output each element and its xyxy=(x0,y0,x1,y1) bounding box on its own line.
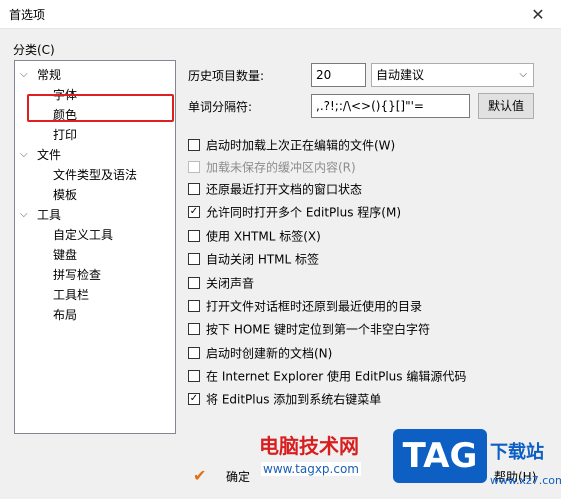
option-row[interactable]: ✓ 将 EditPlus 添加到系统右键菜单 xyxy=(188,390,381,408)
checkbox[interactable]: ✓ xyxy=(188,392,200,405)
option-row[interactable]: 关闭声音 xyxy=(188,274,254,292)
title-bar: 首选项 ✕ xyxy=(0,0,561,29)
highlight-box xyxy=(27,94,174,122)
tree-item-spell-check[interactable]: 拼写检查 xyxy=(53,266,101,284)
option-label: 将 EditPlus 添加到系统右键菜单 xyxy=(206,392,382,407)
option-row[interactable]: 自动关闭 HTML 标签 xyxy=(188,250,319,268)
checkbox[interactable] xyxy=(188,299,200,312)
option-label: 打开文件对话框时还原到最近使用的目录 xyxy=(206,299,423,314)
tree-item-user-tools[interactable]: 自定义工具 xyxy=(53,226,113,244)
option-row[interactable]: 启动时创建新的文档(N) xyxy=(188,344,332,362)
word-separator-label: 单词分隔符: xyxy=(188,100,253,114)
checkbox[interactable] xyxy=(188,138,200,151)
option-label: 自动关闭 HTML 标签 xyxy=(206,252,320,267)
checkbox[interactable] xyxy=(188,252,200,265)
option-row[interactable]: 在 Internet Explorer 使用 EditPlus 编辑源代码 xyxy=(188,367,466,385)
history-count-input[interactable]: 20 xyxy=(311,63,366,87)
chevron-down-icon: ⌵ xyxy=(519,69,527,80)
option-row[interactable]: 启动时加载上次正在编辑的文件(W) xyxy=(188,136,395,154)
checkbox[interactable] xyxy=(188,276,200,289)
option-label: 关闭声音 xyxy=(206,276,255,291)
tree-item-layout[interactable]: 布局 xyxy=(53,306,77,324)
option-label: 还原最近打开文档的窗口状态 xyxy=(206,182,363,197)
default-button[interactable]: 默认值 xyxy=(478,93,534,119)
watermark-side-url: www.xz7.com xyxy=(490,474,561,487)
tree-item-print[interactable]: 打印 xyxy=(53,126,77,144)
option-label: 允许同时打开多个 EditPlus 程序(M) xyxy=(206,205,402,220)
tree-item-tools[interactable]: 工具 xyxy=(37,206,61,224)
option-label: 使用 XHTML 标签(X) xyxy=(206,229,321,244)
checkmark-icon: ✔ xyxy=(193,466,207,485)
option-row[interactable]: 按下 HOME 键时定位到第一个非空白字符 xyxy=(188,320,430,338)
option-label: 启动时加载上次正在编辑的文件(W) xyxy=(206,138,396,153)
watermark-side-text: 下载站 xyxy=(490,442,544,463)
option-row[interactable]: 打开文件对话框时还原到最近使用的目录 xyxy=(188,297,422,315)
tree-item-file[interactable]: 文件 xyxy=(37,146,61,164)
option-row[interactable]: ✓ 允许同时打开多个 EditPlus 程序(M) xyxy=(188,203,401,221)
tree-item-file-types[interactable]: 文件类型及语法 xyxy=(53,166,137,184)
watermark-url: www.tagxp.com xyxy=(261,462,361,476)
tree-item-general[interactable]: 常规 xyxy=(37,66,61,84)
option-label: 在 Internet Explorer 使用 EditPlus 编辑源代码 xyxy=(206,369,467,384)
checkbox[interactable] xyxy=(188,229,200,242)
option-row[interactable]: 使用 XHTML 标签(X) xyxy=(188,227,321,245)
collapse-icon[interactable]: ⌵ xyxy=(20,146,30,164)
history-mode-value: 自动建议 xyxy=(376,68,425,82)
collapse-icon[interactable]: ⌵ xyxy=(20,66,30,84)
word-separator-input[interactable]: ,.?!;:/\<>(){}[]"'= xyxy=(311,94,470,118)
window-title: 首选项 xyxy=(9,8,46,22)
watermark-text: 电脑技术网 xyxy=(259,434,359,458)
collapse-icon[interactable]: ⌵ xyxy=(20,206,30,224)
tag-logo: TAG xyxy=(393,429,487,483)
checkbox[interactable]: ✓ xyxy=(188,205,200,218)
tree-item-keyboard[interactable]: 键盘 xyxy=(53,246,77,264)
tree-item-toolbar[interactable]: 工具栏 xyxy=(53,286,89,304)
checkbox[interactable] xyxy=(188,369,200,382)
checkbox[interactable] xyxy=(188,322,200,335)
category-label: 分类(C) xyxy=(13,43,55,57)
checkbox xyxy=(188,160,200,173)
history-label: 历史项目数量: xyxy=(188,69,265,83)
history-mode-select[interactable]: 自动建议 ⌵ xyxy=(371,63,534,87)
option-row[interactable]: 还原最近打开文档的窗口状态 xyxy=(188,180,362,198)
tree-item-template[interactable]: 模板 xyxy=(53,186,77,204)
checkbox[interactable] xyxy=(188,182,200,195)
option-label: 按下 HOME 键时定位到第一个非空白字符 xyxy=(206,322,431,337)
close-icon[interactable]: ✕ xyxy=(515,0,561,28)
option-row: 加载未保存的缓冲区内容(R) xyxy=(188,158,356,176)
ok-button[interactable]: 确定 xyxy=(226,468,250,485)
checkbox[interactable] xyxy=(188,346,200,359)
option-label: 加载未保存的缓冲区内容(R) xyxy=(206,160,356,175)
option-label: 启动时创建新的文档(N) xyxy=(206,346,333,361)
